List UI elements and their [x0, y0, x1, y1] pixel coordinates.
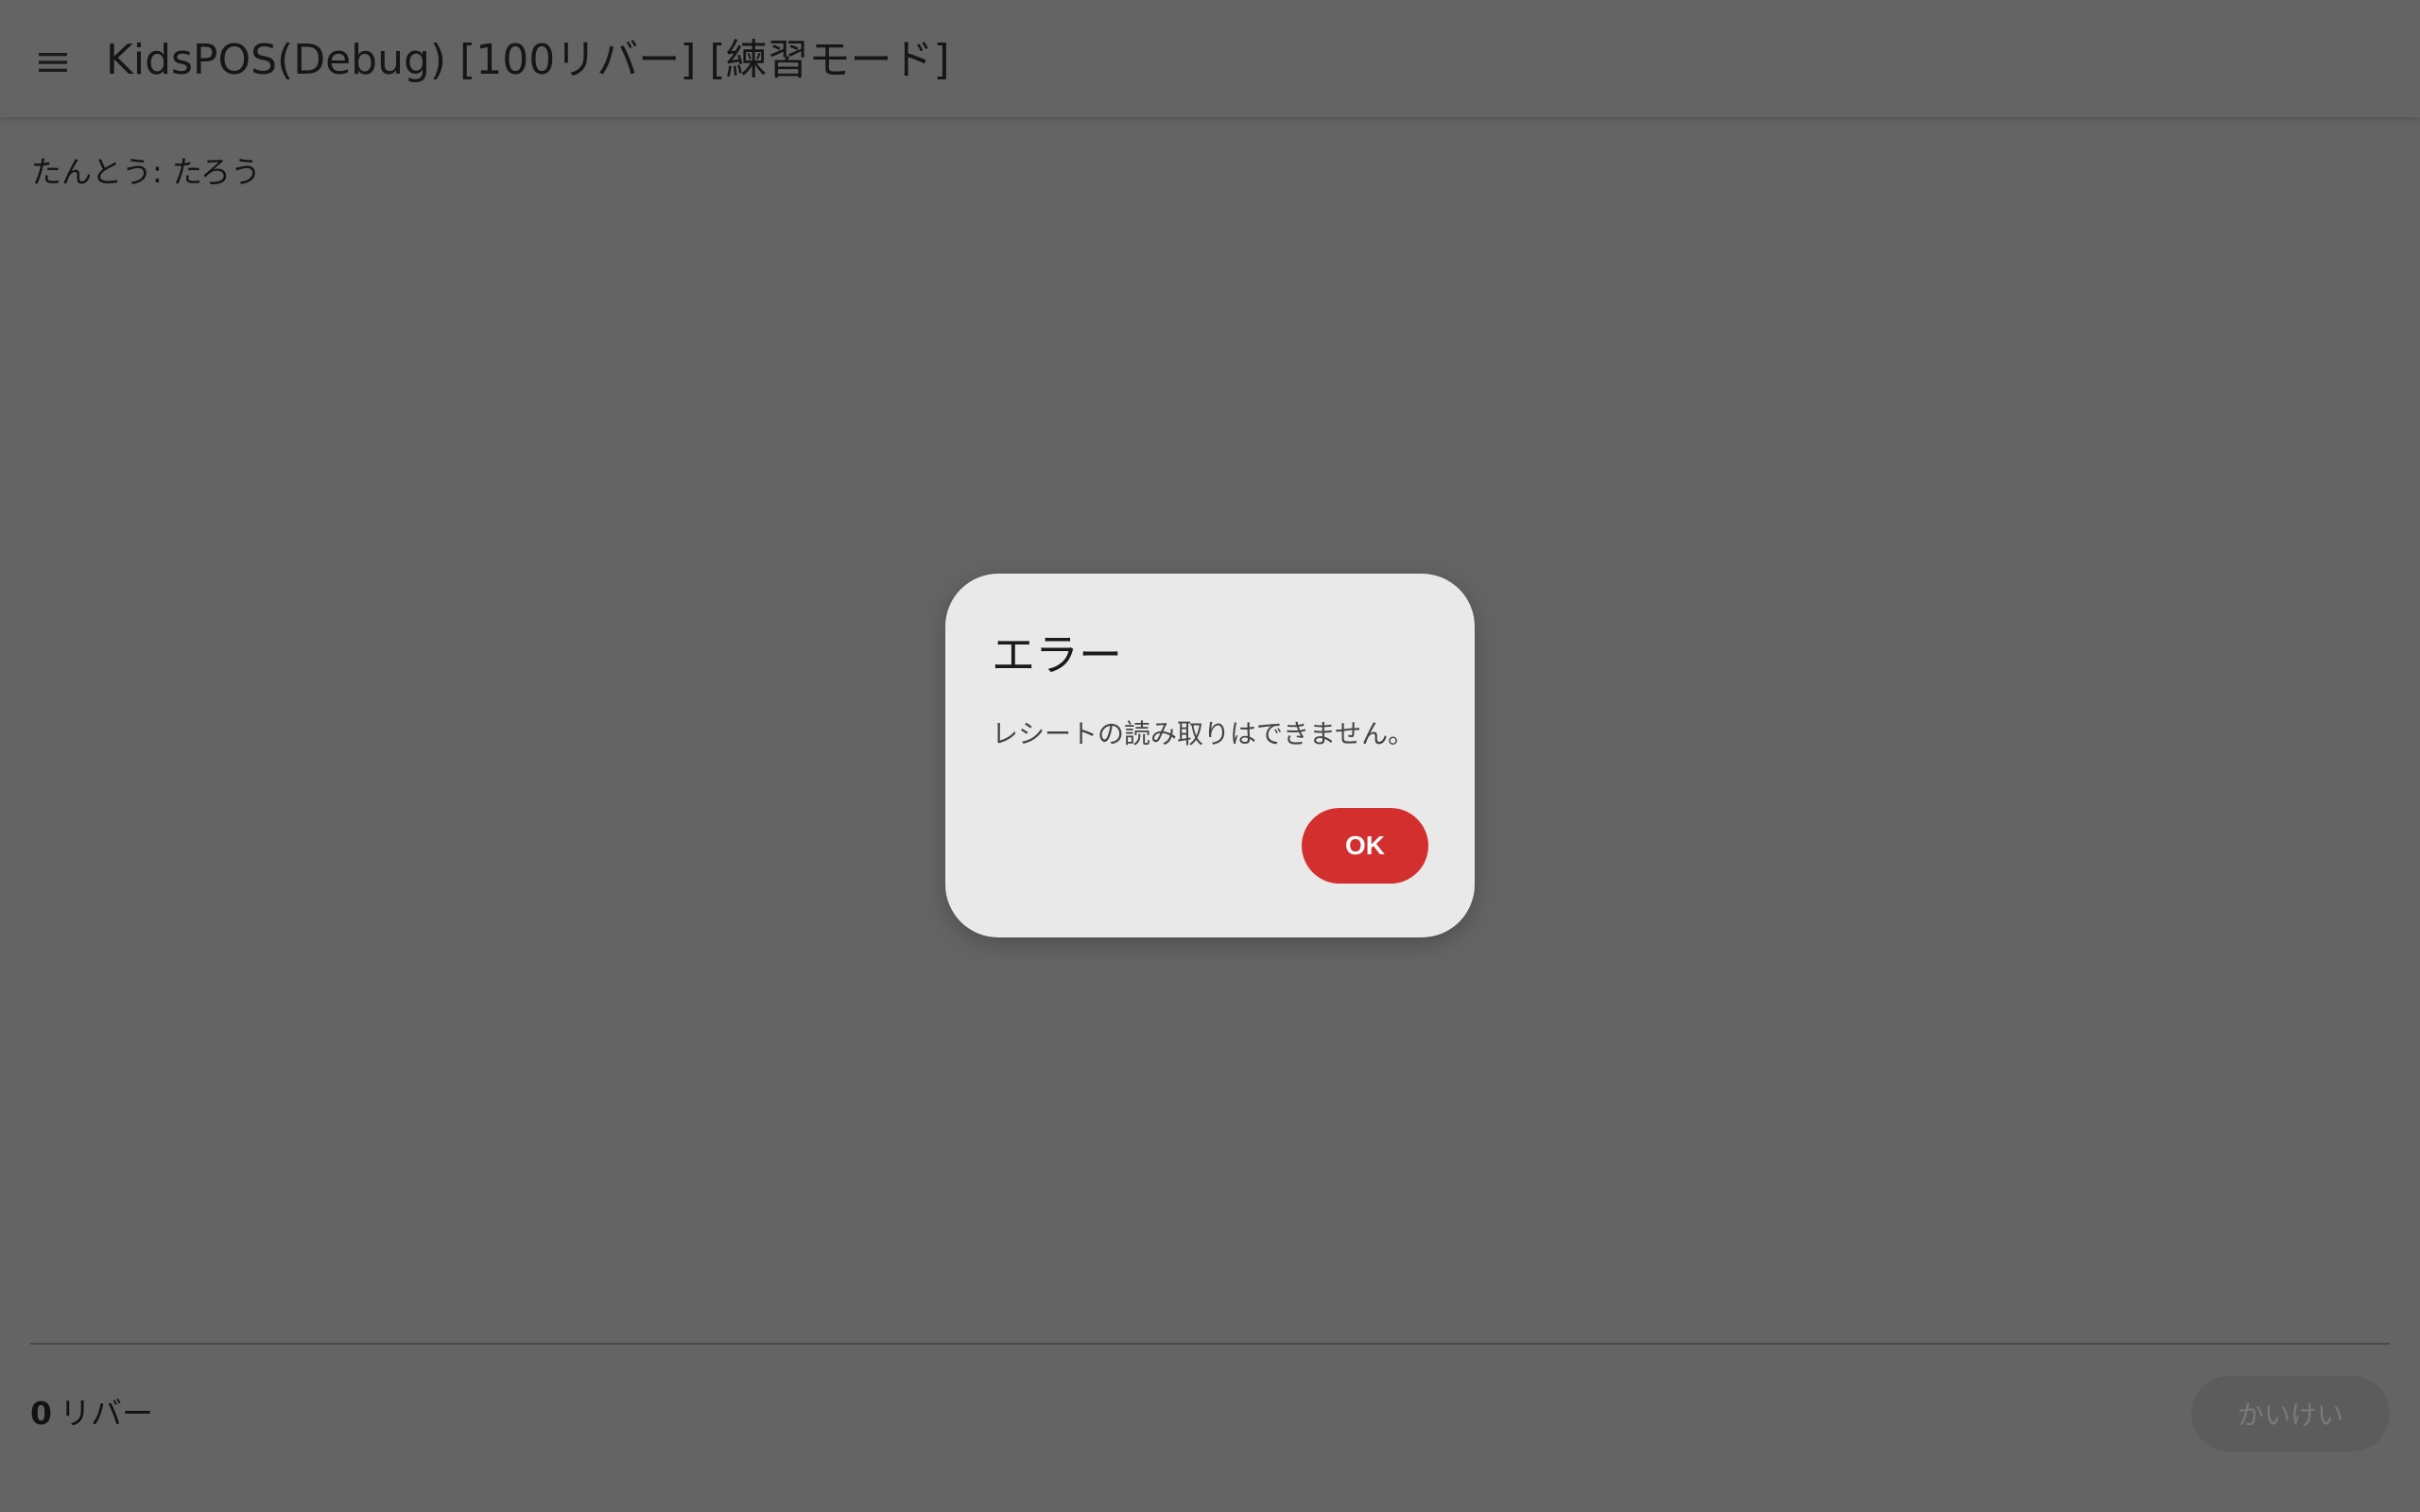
- checkout-button[interactable]: かいけい: [2191, 1376, 2390, 1452]
- total-value: 0: [30, 1395, 52, 1432]
- dialog-message: レシートの読み取りはできません。: [992, 718, 1415, 749]
- total-unit: リバー: [59, 1395, 153, 1432]
- hamburger-menu-icon: [39, 53, 67, 72]
- total-amount: 0 リバー: [30, 1393, 153, 1435]
- menu-button[interactable]: [21, 30, 85, 94]
- app-title: KidsPOS(Debug) [100リバー] [練習モード]: [106, 36, 950, 84]
- dialog-title: エラー: [992, 629, 1122, 680]
- footer-divider: [30, 1343, 2390, 1345]
- error-dialog: エラー レシートの読み取りはできません。 OK: [945, 574, 1475, 937]
- top-app-bar: KidsPOS(Debug) [100リバー] [練習モード]: [0, 0, 2420, 117]
- operator-label: たんとう: たろう: [31, 154, 262, 190]
- app-root: KidsPOS(Debug) [100リバー] [練習モード] たんとう: たろ…: [0, 0, 2420, 1512]
- ok-button[interactable]: OK: [1302, 808, 1428, 884]
